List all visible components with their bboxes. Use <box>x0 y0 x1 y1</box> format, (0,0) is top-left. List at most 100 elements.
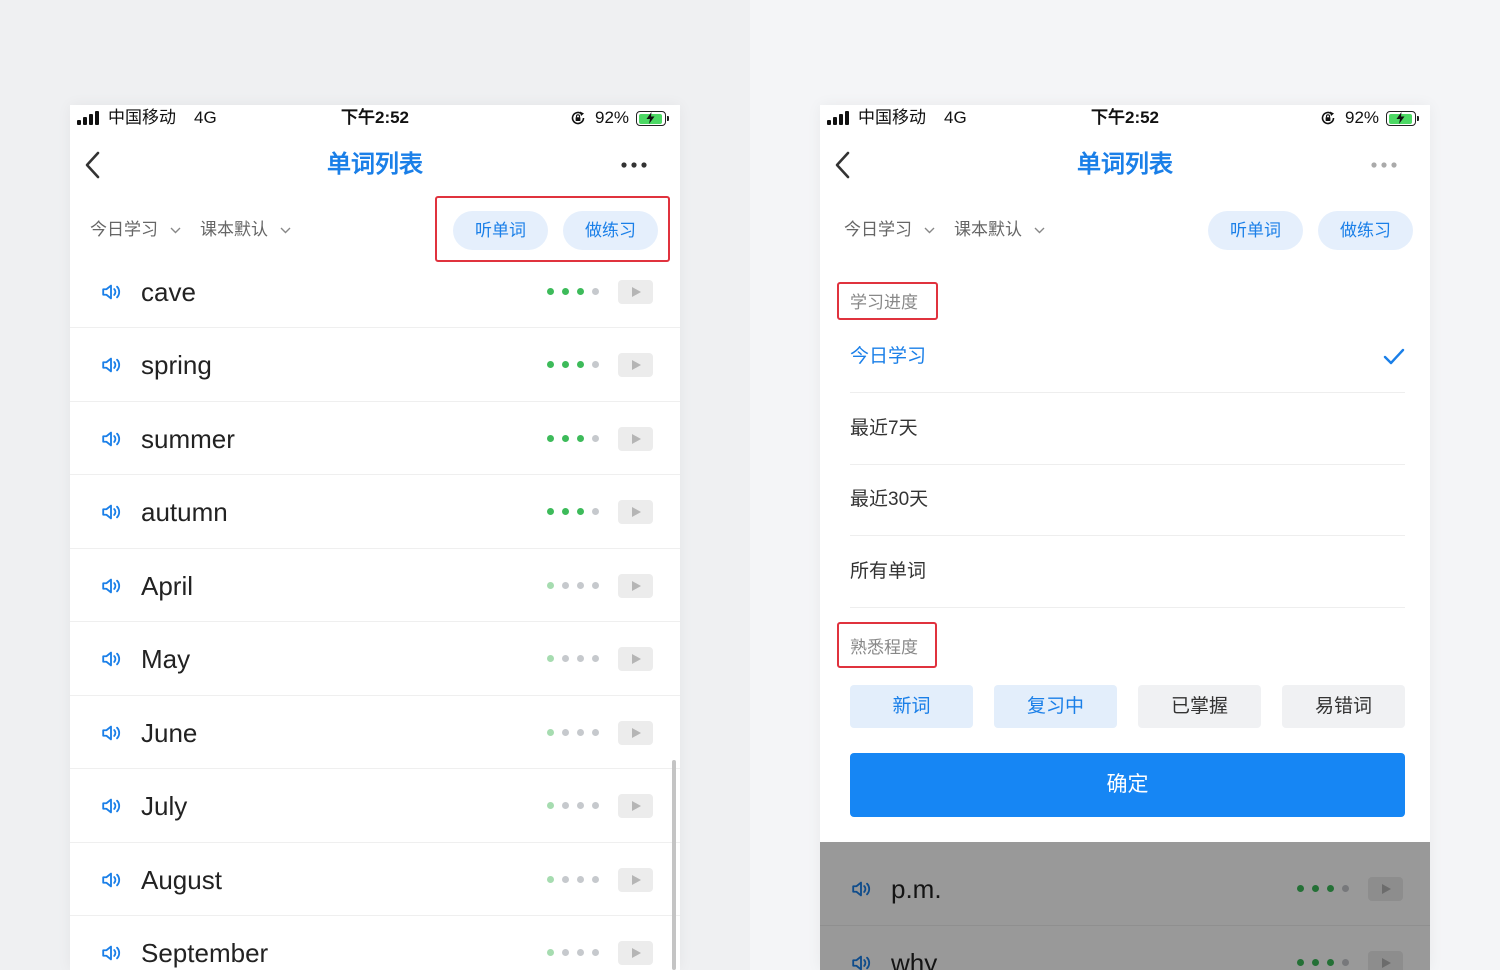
mastery-dot <box>547 434 554 442</box>
speaker-icon[interactable] <box>100 648 122 670</box>
mastery-dot <box>547 949 554 956</box>
progress-option-label: 所有单词 <box>850 560 927 582</box>
play-icon <box>632 360 641 370</box>
play-icon <box>632 580 641 591</box>
scrollbar[interactable] <box>672 760 676 970</box>
word-row[interactable]: August <box>70 842 680 916</box>
textbook-dropdown-label: 课本默认 <box>954 220 1022 239</box>
mastery-dots <box>547 655 599 663</box>
progress-options: 今日学习最近7天最近30天所有单词 <box>850 322 1405 608</box>
mastery-dot <box>577 655 584 662</box>
mastery-dots <box>547 361 599 369</box>
word-text: April <box>141 570 194 601</box>
progress-option[interactable]: 所有单词 <box>850 536 1405 608</box>
play-button[interactable] <box>618 573 653 598</box>
play-button[interactable] <box>618 867 653 892</box>
progress-option[interactable]: 最近7天 <box>850 393 1405 465</box>
word-row[interactable]: July <box>70 769 680 843</box>
mastery-dot <box>592 287 599 295</box>
speaker-icon[interactable] <box>100 942 122 964</box>
speaker-icon-glyph <box>102 431 121 446</box>
mastery-dot <box>562 434 569 442</box>
familiarity-chip[interactable]: 易错词 <box>1282 685 1405 728</box>
progress-option[interactable]: 今日学习 <box>850 322 1405 393</box>
play-icon <box>632 433 641 444</box>
phone-screen-filter-panel: 中国移动 4G 下午2:52 92% 单词列表 今日学习 课本默认 听单词 做练… <box>820 105 1430 970</box>
word-list: cave spring summer autumn April May June July Au… <box>70 254 680 970</box>
header: 中国移动 4G 下午2:52 92% 单词列表 今日学习 课本默认 听单词 做练… <box>70 105 680 262</box>
word-row[interactable]: summer <box>70 401 680 475</box>
mastery-dot <box>547 655 554 662</box>
word-text: September <box>141 938 269 968</box>
mastery-dot <box>592 949 599 956</box>
play-icon <box>632 286 641 297</box>
mastery-dot <box>592 728 599 736</box>
word-text: spring <box>141 350 212 380</box>
mastery-dot <box>577 581 584 589</box>
play-button[interactable] <box>618 941 653 965</box>
word-row[interactable]: autumn <box>70 475 680 549</box>
familiarity-section-title: 熟悉程度 <box>850 638 918 657</box>
familiarity-chip[interactable]: 已掌握 <box>1138 685 1261 728</box>
more-button[interactable] <box>618 157 650 173</box>
chevron-down-icon <box>170 227 181 233</box>
speaker-icon[interactable] <box>100 795 122 817</box>
listen-words-button[interactable]: 听单词 <box>453 211 548 250</box>
practice-button[interactable]: 做练习 <box>1318 211 1413 250</box>
speaker-icon-glyph <box>102 651 121 667</box>
mastery-dot <box>562 655 569 662</box>
mastery-dot <box>577 287 584 295</box>
speaker-icon[interactable] <box>100 722 122 744</box>
speaker-icon[interactable] <box>100 281 122 303</box>
play-button[interactable] <box>618 647 653 671</box>
mastery-dot <box>592 875 599 883</box>
mastery-dots <box>547 287 599 296</box>
word-row[interactable]: spring <box>70 328 680 402</box>
word-text: May <box>141 644 191 674</box>
speaker-icon-glyph <box>102 872 121 887</box>
play-button[interactable] <box>618 500 653 524</box>
listen-words-button[interactable]: 听单词 <box>1208 211 1303 250</box>
battery-percent: 92% <box>595 108 630 127</box>
battery-icon <box>636 111 669 126</box>
confirm-button[interactable]: 确定 <box>850 753 1405 817</box>
more-button[interactable] <box>1368 157 1400 173</box>
play-button[interactable] <box>618 279 653 304</box>
word-row[interactable]: May <box>70 622 680 696</box>
filter-panel: 学习进度 今日学习 最近7天 最近30天 所有单词 熟悉程度 新词 复习中 已掌握 易错词 … <box>820 262 1430 842</box>
chevron-down-icon <box>924 227 935 233</box>
play-button[interactable] <box>618 720 653 745</box>
speaker-icon-glyph <box>102 945 121 961</box>
textbook-dropdown[interactable]: 课本默认 <box>954 219 1045 241</box>
word-row[interactable]: September <box>70 916 680 970</box>
mastery-dot <box>562 287 569 295</box>
progress-option[interactable]: 最近30天 <box>850 465 1405 536</box>
play-button[interactable] <box>618 426 653 451</box>
dim-overlay[interactable] <box>820 842 1430 970</box>
mastery-dot <box>562 508 569 515</box>
speaker-icon[interactable] <box>100 354 122 376</box>
play-icon <box>632 507 641 517</box>
speaker-icon[interactable] <box>100 575 122 597</box>
speaker-icon[interactable] <box>100 869 122 891</box>
word-row[interactable]: June <box>70 695 680 769</box>
mastery-dot <box>592 802 599 809</box>
mastery-dot <box>547 581 554 589</box>
familiarity-chip[interactable]: 新词 <box>850 685 973 728</box>
speaker-icon[interactable] <box>100 501 122 523</box>
familiarity-chip[interactable]: 复习中 <box>994 685 1117 728</box>
play-button[interactable] <box>618 353 653 377</box>
word-row[interactable]: April <box>70 548 680 622</box>
progress-option-label: 最近7天 <box>850 417 918 439</box>
practice-button[interactable]: 做练习 <box>563 211 658 250</box>
play-button[interactable] <box>618 794 653 818</box>
period-dropdown[interactable]: 今日学习 <box>844 219 935 241</box>
word-row[interactable]: cave <box>70 254 680 328</box>
textbook-dropdown[interactable]: 课本默认 <box>200 219 291 241</box>
period-dropdown[interactable]: 今日学习 <box>90 219 181 241</box>
speaker-icon[interactable] <box>100 428 122 450</box>
speaker-icon-glyph <box>102 798 121 814</box>
mastery-dot <box>562 949 569 956</box>
status-bar: 中国移动 4G 下午2:52 92% <box>70 105 680 133</box>
more-icon <box>621 162 647 168</box>
